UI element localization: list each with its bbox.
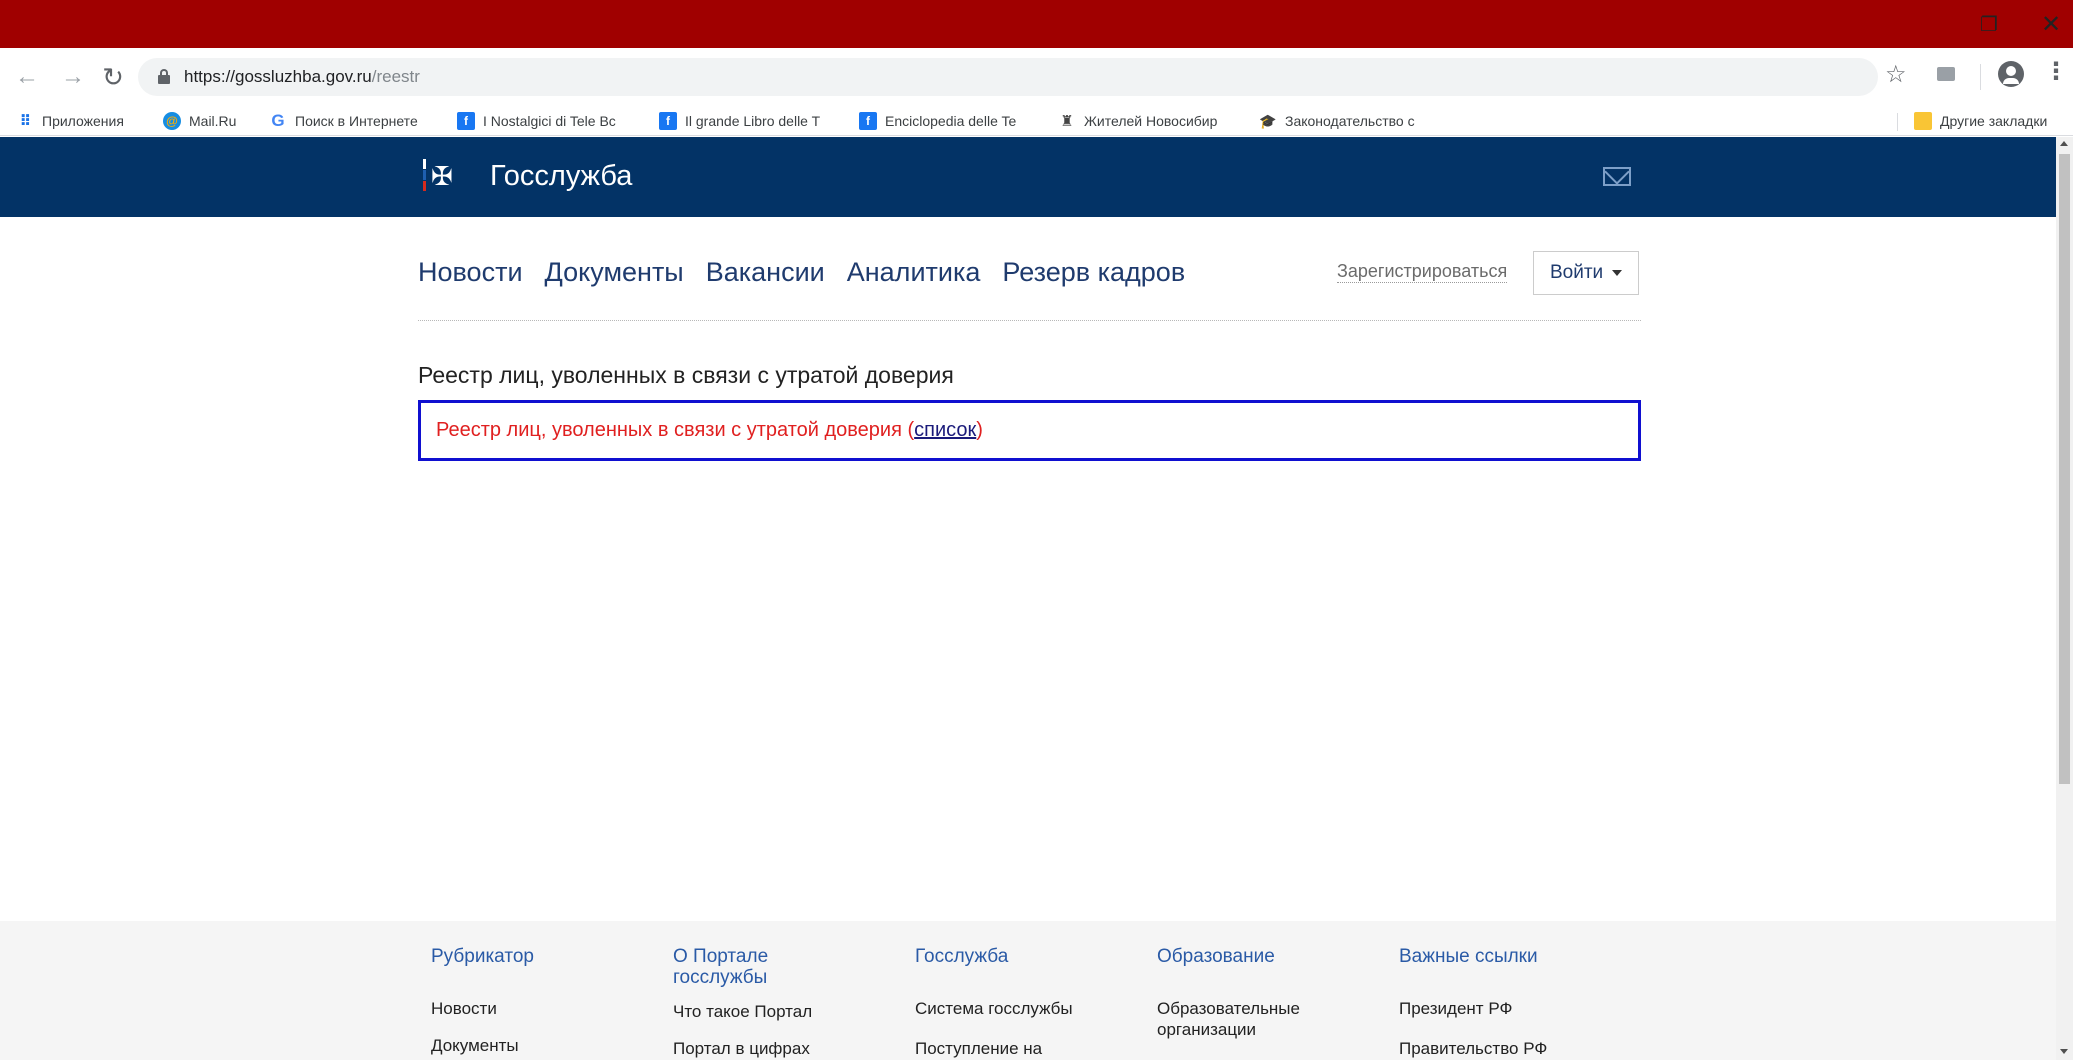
forward-arrow-icon[interactable]: → [56, 60, 90, 94]
reload-icon[interactable]: ↻ [96, 60, 130, 94]
nav-divider [418, 320, 1641, 321]
main-navigation: Новости Документы Вакансии Аналитика Рез… [418, 257, 1185, 288]
window-titlebar: ❐ ✕ [0, 0, 2073, 48]
footer-link[interactable]: Документы [431, 1035, 519, 1056]
nav-documents[interactable]: Документы [545, 257, 684, 288]
footer-link[interactable]: Образовательные организации [1157, 998, 1327, 1040]
bookmarks-bar: ⠿ Приложения @ Mail.Ru G Поиск в Интерне… [0, 106, 2073, 136]
footer-link[interactable]: Новости [431, 998, 497, 1019]
registry-box-close: ) [976, 419, 983, 441]
bookmark-label: Приложения [42, 113, 124, 129]
browser-menu-icon[interactable]: ⋮ [2044, 57, 2068, 86]
footer-link[interactable]: Портал в цифрах [673, 1038, 810, 1059]
scrollbar-thumb[interactable] [2059, 154, 2070, 784]
registry-box-text: Реестр лиц, уволенных в связи с утратой … [436, 419, 915, 441]
web-page: ✠ Госслужба Новости Документы Вакансии А… [0, 137, 2056, 1060]
toolbar-divider [1980, 64, 1981, 90]
close-window-icon[interactable]: ✕ [2031, 8, 2071, 40]
folder-icon [1914, 112, 1932, 130]
scroll-down-arrow-icon[interactable] [2060, 1049, 2068, 1054]
coat-of-arms-icon[interactable]: ✠ [423, 159, 465, 199]
register-link[interactable]: Зарегистрироваться [1337, 261, 1508, 283]
novosibirsk-icon: ♜ [1060, 113, 1074, 130]
bookmark-label: Il grande Libro delle T [685, 113, 821, 129]
url-path: /reestr [371, 67, 420, 86]
mailru-icon: @ [163, 112, 181, 130]
bookmark-search[interactable]: G Поиск в Интернете [269, 110, 439, 132]
site-footer: Рубрикатор Новости Документы О Портале г… [0, 921, 2056, 1060]
url-host: https://gossluzhba.gov.ru [184, 67, 372, 86]
footer-column-about: О Портале госслужбы Что такое Портал Пор… [673, 946, 833, 1058]
login-label: Войти [1550, 262, 1604, 283]
footer-link[interactable]: Что такое Портал [673, 1001, 812, 1022]
site-header: ✠ Госслужба [0, 137, 2056, 217]
google-icon: G [271, 111, 285, 130]
registry-list-link[interactable]: список [914, 419, 976, 442]
login-dropdown-button[interactable]: Войти [1533, 251, 1640, 295]
bookmark-mailru[interactable]: @ Mail.Ru [163, 110, 258, 132]
bookmark-apps[interactable]: ⠿ Приложения [16, 110, 146, 132]
lock-icon [158, 69, 170, 84]
extension-icon[interactable] [1937, 67, 1955, 81]
bookmark-other[interactable]: Другие закладки [1914, 110, 2064, 132]
facebook-icon: f [859, 112, 877, 130]
profile-avatar-icon[interactable] [1998, 61, 2024, 87]
footer-column-rubricator: Рубрикатор Новости Документы [431, 946, 631, 1055]
footer-column-education: Образование Образовательные организации [1157, 946, 1327, 1039]
nav-personnel-reserve[interactable]: Резерв кадров [1002, 257, 1185, 288]
bookmark-enciclopedia[interactable]: f Enciclopedia delle Te [859, 110, 1039, 132]
bookmark-label: Другие закладки [1940, 113, 2048, 129]
footer-heading[interactable]: Важные ссылки [1399, 946, 1599, 967]
bookmark-star-icon[interactable]: ☆ [1885, 60, 1907, 89]
facebook-icon: f [659, 112, 677, 130]
mail-envelope-icon[interactable] [1603, 167, 1631, 186]
restore-window-icon[interactable]: ❐ [1969, 8, 2009, 40]
footer-heading[interactable]: О Портале госслужбы [673, 946, 833, 988]
bookmark-label: Жителей Новосибир [1084, 113, 1218, 129]
bookmark-nostalgici[interactable]: f I Nostalgici di Tele Bc [457, 110, 639, 132]
url-text[interactable]: https://gossluzhba.gov.ru/reestr [184, 67, 420, 87]
footer-link[interactable]: Система госслужбы [915, 998, 1073, 1019]
bookmark-label: I Nostalgici di Tele Bc [483, 113, 616, 129]
bookmark-label: Поиск в Интернете [295, 113, 418, 129]
footer-column-important-links: Важные ссылки Президент РФ Правительство… [1399, 946, 1599, 1058]
apps-grid-icon: ⠿ [19, 113, 32, 130]
back-arrow-icon[interactable]: ← [10, 60, 44, 94]
footer-heading[interactable]: Госслужба [915, 946, 1115, 967]
bookmark-law[interactable]: 🎓 Законодательство с [1259, 110, 1441, 132]
footer-heading[interactable]: Образование [1157, 946, 1327, 967]
footer-link[interactable]: Президент РФ [1399, 998, 1512, 1019]
facebook-icon: f [457, 112, 475, 130]
footer-link[interactable]: Правительство РФ [1399, 1038, 1547, 1059]
bookmark-label: Законодательство с [1285, 113, 1415, 129]
nav-analytics[interactable]: Аналитика [847, 257, 981, 288]
caret-down-icon [1612, 270, 1623, 276]
scroll-up-arrow-icon[interactable] [2060, 141, 2068, 146]
address-bar[interactable]: https://gossluzhba.gov.ru/reestr [138, 58, 1878, 96]
graduation-cap-icon: 🎓 [1259, 112, 1277, 129]
page-title: Реестр лиц, уволенных в связи с утратой … [418, 362, 954, 388]
bookmarks-divider [1897, 113, 1898, 131]
footer-heading[interactable]: Рубрикатор [431, 946, 631, 967]
browser-toolbar: ← → ↻ https://gossluzhba.gov.ru/reestr ☆… [0, 48, 2073, 106]
page-scrollbar[interactable] [2056, 137, 2073, 1060]
nav-vacancies[interactable]: Вакансии [706, 257, 825, 288]
bookmark-novosibirsk[interactable]: ♜ Жителей Новосибир [1058, 110, 1238, 132]
nav-news[interactable]: Новости [418, 257, 523, 288]
bookmark-label: Mail.Ru [189, 113, 237, 129]
bookmark-grande-libro[interactable]: f Il grande Libro delle T [659, 110, 835, 132]
footer-column-civil-service: Госслужба Система госслужбы Поступление … [915, 946, 1115, 1058]
bookmark-label: Enciclopedia delle Te [885, 113, 1017, 129]
registry-box: Реестр лиц, уволенных в связи с утратой … [418, 400, 1641, 461]
site-title[interactable]: Госслужба [490, 160, 632, 193]
footer-link[interactable]: Поступление на [915, 1038, 1042, 1059]
